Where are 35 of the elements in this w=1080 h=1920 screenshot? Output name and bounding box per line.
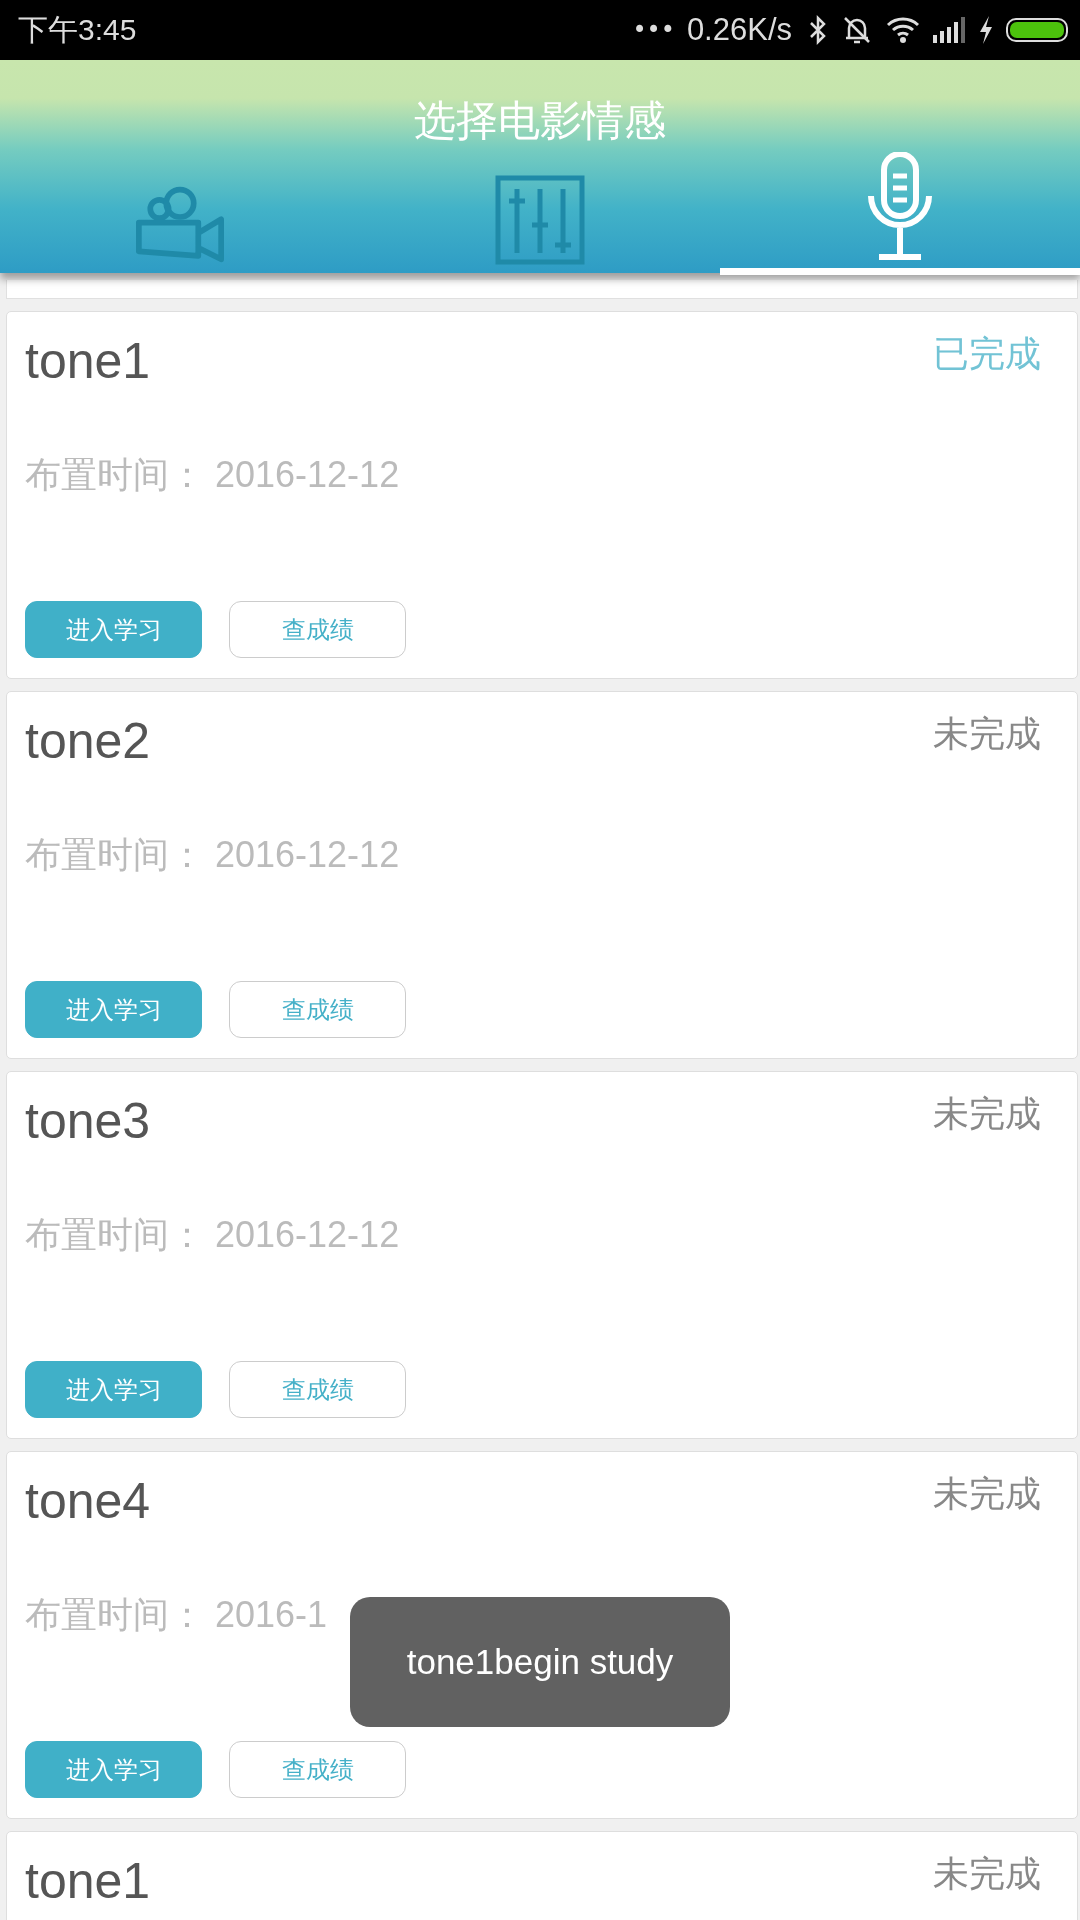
signal-icon xyxy=(932,17,966,43)
start-study-button[interactable]: 进入学习 xyxy=(25,601,202,658)
assigned-date: 布置时间： 2016-12-12 xyxy=(25,453,401,497)
view-score-button[interactable]: 查成绩 xyxy=(229,1741,406,1798)
task-title: tone3 xyxy=(25,1094,151,1149)
video-camera-icon xyxy=(134,185,226,265)
charging-icon xyxy=(978,15,994,45)
more-dots: ••• xyxy=(632,16,675,44)
assigned-date: 布置时间： 2016-1 xyxy=(25,1593,329,1637)
start-study-button[interactable]: 进入学习 xyxy=(25,1741,202,1798)
task-status: 未完成 xyxy=(933,712,1041,756)
network-speed: 0.26K/s xyxy=(686,12,792,48)
assigned-date: 布置时间： 2016-12-12 xyxy=(25,1213,401,1257)
task-status: 未完成 xyxy=(933,1852,1041,1896)
task-title: tone1 xyxy=(25,334,151,389)
battery-icon xyxy=(1006,18,1068,42)
task-title: tone1 xyxy=(25,1854,151,1909)
mixer-icon xyxy=(495,175,585,265)
task-title: tone4 xyxy=(25,1474,151,1529)
view-score-button[interactable]: 查成绩 xyxy=(229,601,406,658)
screen-title: 选择电影情感 xyxy=(413,95,667,147)
microphone-icon xyxy=(867,152,933,262)
view-score-button[interactable]: 查成绩 xyxy=(229,981,406,1038)
task-status: 已完成 xyxy=(933,332,1041,376)
start-study-button[interactable]: 进入学习 xyxy=(25,981,202,1038)
view-score-button[interactable]: 查成绩 xyxy=(229,1361,406,1418)
wifi-icon xyxy=(886,16,920,44)
task-status: 未完成 xyxy=(933,1092,1041,1136)
toast-message: tone1begin study xyxy=(350,1597,730,1727)
bluetooth-icon xyxy=(808,15,828,45)
status-time: 下午3:45 xyxy=(18,11,137,48)
start-study-button[interactable]: 进入学习 xyxy=(25,1361,202,1418)
task-title: tone2 xyxy=(25,714,151,769)
task-status: 未完成 xyxy=(933,1472,1041,1516)
assigned-date: 布置时间： 2016-12-12 xyxy=(25,833,401,877)
